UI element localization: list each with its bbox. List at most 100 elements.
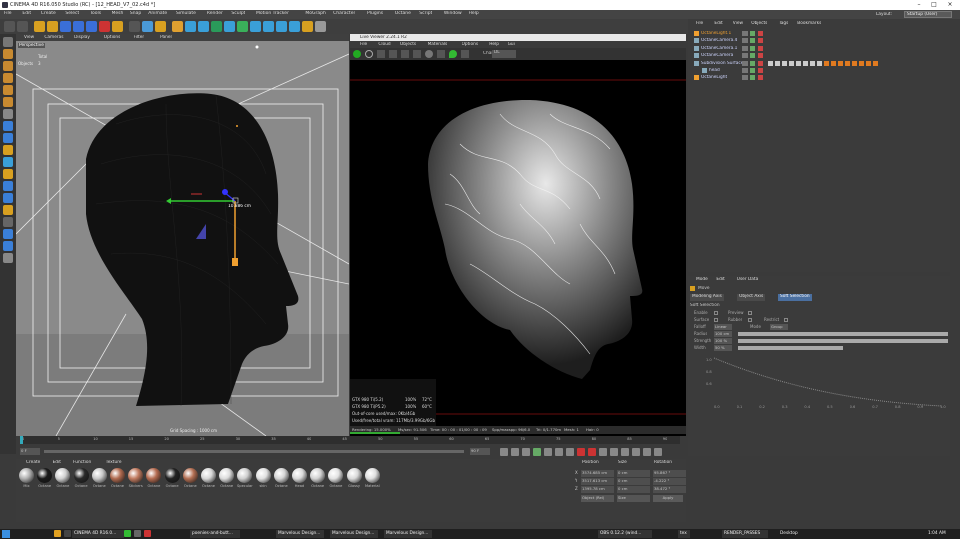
taskbar-item[interactable]: tex <box>678 530 690 538</box>
material-tag-icon[interactable] <box>782 60 787 66</box>
attribute-tab[interactable]: Modeling Axis <box>690 294 724 301</box>
menu-item[interactable]: Tools <box>90 11 101 16</box>
pin-icon[interactable] <box>449 50 457 58</box>
coord-mode-select[interactable]: Object (Rel) <box>581 495 614 502</box>
tag-icon[interactable] <box>758 31 763 36</box>
material-menu-item[interactable]: Texture <box>106 460 122 465</box>
taskbar-item[interactable]: Marvelous Design... <box>330 530 378 538</box>
material-tag-icon[interactable] <box>824 60 829 66</box>
channel-select[interactable]: DL <box>492 50 516 58</box>
enable-check-icon[interactable] <box>750 68 755 73</box>
object-menu-item[interactable]: Objects <box>751 21 767 26</box>
tag-icon[interactable] <box>758 38 763 44</box>
position-key-icon[interactable] <box>610 448 618 456</box>
coord-pos-field[interactable]: 3574.685 cm <box>581 470 614 477</box>
sphere-icon[interactable] <box>263 21 274 32</box>
menu-item[interactable]: Animate <box>148 11 167 16</box>
tool-icon[interactable] <box>3 85 13 95</box>
material-swatch[interactable] <box>19 468 34 483</box>
coord-pos-field[interactable]: 1395.78 cm <box>581 486 614 493</box>
falloff-graph[interactable] <box>710 356 946 411</box>
pen-icon[interactable] <box>172 21 183 32</box>
tool-icon[interactable] <box>3 97 13 107</box>
material-swatch[interactable] <box>164 468 180 483</box>
menu-item[interactable]: Sculpt <box>231 11 245 16</box>
redo-icon[interactable] <box>17 21 28 32</box>
enable-check-icon[interactable] <box>750 31 755 36</box>
go-start-icon[interactable] <box>500 448 508 456</box>
render-settings-icon[interactable] <box>142 21 153 32</box>
viewport-menu-item[interactable]: Panel <box>160 35 172 40</box>
texture-icon[interactable] <box>315 21 326 32</box>
live-viewer-menu-item[interactable]: Materials <box>428 42 448 47</box>
attribute-menu-item[interactable]: User Data <box>737 277 758 282</box>
viewport-menu-item[interactable]: Filter <box>134 35 145 40</box>
prev-key-icon[interactable] <box>511 448 519 456</box>
lock-icon[interactable] <box>401 50 409 58</box>
attribute-tab[interactable]: Soft Selection <box>778 294 812 301</box>
tag-icon[interactable] <box>758 60 763 66</box>
object-row[interactable]: head <box>690 67 948 74</box>
menu-item[interactable]: Edit <box>22 11 31 16</box>
tag-icon[interactable] <box>758 68 763 73</box>
start-icon[interactable] <box>2 530 10 538</box>
material-tag-icon[interactable] <box>845 60 850 66</box>
object-row[interactable]: OctaneCamera <box>690 52 948 59</box>
field-checkbox[interactable] <box>714 318 718 322</box>
param-key-icon[interactable] <box>643 448 651 456</box>
scene-icon[interactable] <box>289 21 300 32</box>
menu-item[interactable]: Script <box>419 11 432 16</box>
tag-icon[interactable] <box>758 75 763 81</box>
clay-icon[interactable] <box>437 50 445 58</box>
material-swatch[interactable] <box>128 468 144 483</box>
field-checkbox[interactable] <box>714 311 718 315</box>
material-swatch[interactable] <box>37 468 53 483</box>
coord-size-field[interactable]: 0 cm <box>617 486 650 493</box>
visibility-dots[interactable] <box>742 60 748 66</box>
object-menu-item[interactable]: Bookmarks <box>797 21 821 26</box>
tool-icon[interactable] <box>3 157 13 167</box>
material-swatch[interactable] <box>146 468 162 483</box>
tool-icon[interactable] <box>3 169 13 179</box>
field-checkbox[interactable] <box>748 318 752 322</box>
menu-item[interactable]: Octane <box>395 11 411 16</box>
layout-dropdown[interactable]: Startup (User) <box>904 11 952 18</box>
material-menu-item[interactable]: Function <box>73 460 91 465</box>
taskbar-item[interactable]: Marvelous Design... <box>276 530 324 538</box>
material-tag-icon[interactable] <box>796 60 801 66</box>
coord-size-field[interactable]: 0 cm <box>617 478 650 485</box>
start-frame[interactable]: 0 F <box>20 448 40 455</box>
timeline-ruler[interactable]: 0 5 10 15 20 25 30 35 40 45 50 55 60 65 70 75 80 85 90 <box>20 436 680 444</box>
tool-icon[interactable] <box>3 73 13 83</box>
timeline-slider[interactable] <box>44 450 464 453</box>
tool-icon[interactable] <box>3 193 13 203</box>
tool-icon[interactable] <box>3 61 13 71</box>
menu-item[interactable]: MoGraph <box>305 11 325 16</box>
tool-icon[interactable] <box>3 253 13 263</box>
material-tag-icon[interactable] <box>831 60 836 66</box>
material-swatch[interactable] <box>292 468 307 483</box>
enable-check-icon[interactable] <box>750 38 755 44</box>
taskbar-pin-icon[interactable] <box>144 530 151 537</box>
material-swatch[interactable] <box>328 468 344 483</box>
render-region-icon[interactable] <box>112 21 123 32</box>
field-value[interactable]: 50 % <box>714 345 732 351</box>
world-icon[interactable] <box>99 21 110 32</box>
material-swatch[interactable] <box>255 468 271 483</box>
layout-selector[interactable]: Layout: Startup (User) <box>876 11 954 18</box>
field-checkbox[interactable] <box>748 311 752 315</box>
enable-check-icon[interactable] <box>750 45 755 51</box>
material-swatch[interactable] <box>201 468 216 483</box>
material-menu-item[interactable]: Edit <box>53 460 61 465</box>
enable-check-icon[interactable] <box>750 75 755 81</box>
move-icon[interactable] <box>47 21 58 32</box>
tool-icon[interactable] <box>3 181 13 191</box>
taskbar-pin-icon[interactable] <box>124 530 131 537</box>
prev-frame-icon[interactable] <box>522 448 530 456</box>
enable-check-icon[interactable] <box>750 60 755 66</box>
taskbar-pin-icon[interactable] <box>64 530 71 537</box>
minimize-icon[interactable]: – <box>915 1 923 9</box>
live-viewer-menu-item[interactable]: Gui <box>508 42 515 47</box>
taskbar-item[interactable]: CINEMA 4D R16.0... <box>72 530 124 538</box>
material-tag-icon[interactable] <box>775 60 780 66</box>
